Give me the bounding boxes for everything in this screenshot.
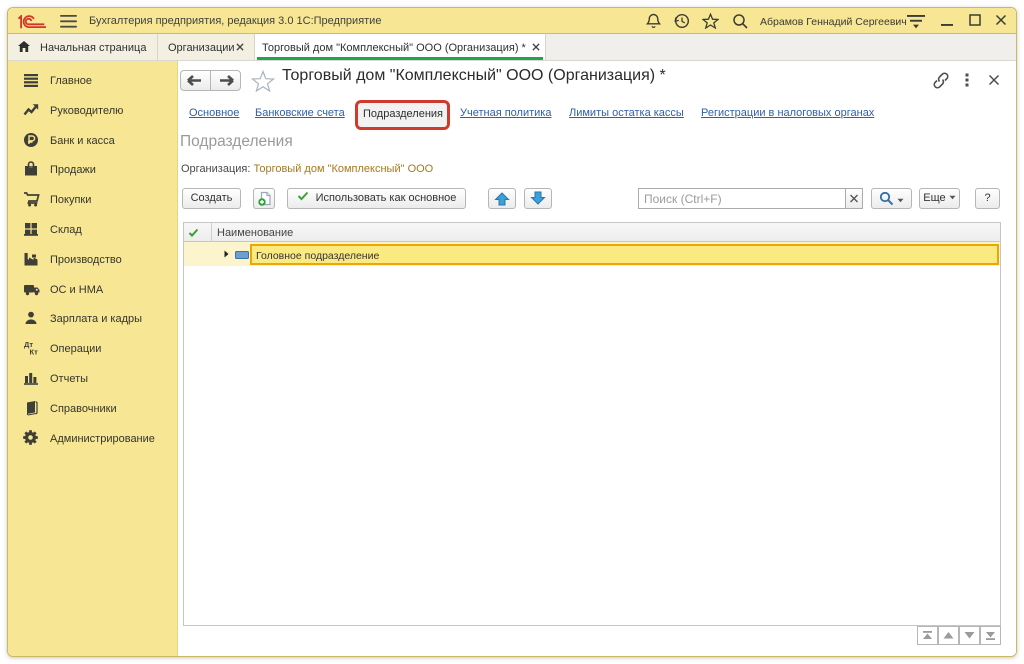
svg-text:Кт: Кт [30, 348, 39, 357]
